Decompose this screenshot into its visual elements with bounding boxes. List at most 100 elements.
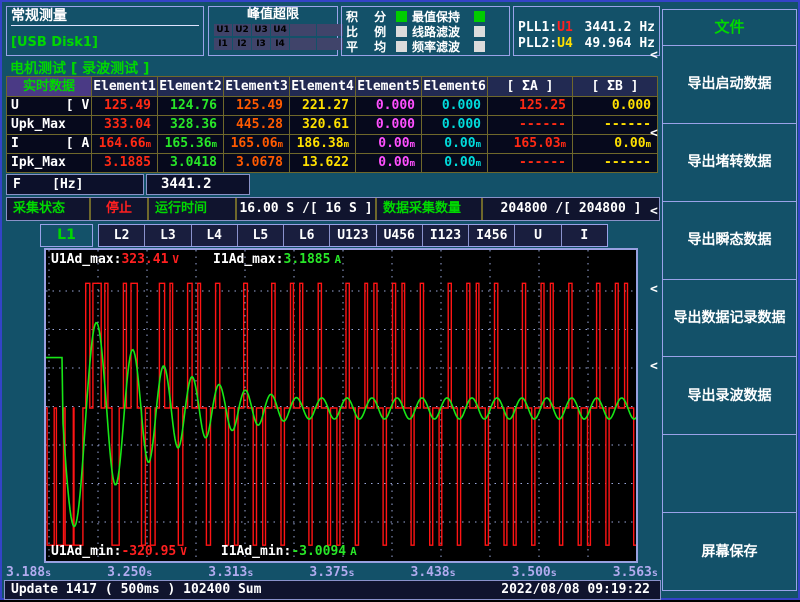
milli-suffix: m — [476, 140, 481, 150]
tab-l4[interactable]: L4 — [192, 225, 238, 246]
status-bar: Update 1417 ( 500ms ) 102400 Sum 2022/08… — [4, 580, 661, 600]
peak-row: U1U2U3U4 — [214, 24, 332, 36]
seconds-suffix: s — [349, 568, 355, 579]
milli-suffix: m — [561, 140, 566, 150]
seconds-suffix: s — [45, 568, 51, 579]
checkbox-icon[interactable] — [396, 26, 407, 37]
wave-min-group: I1Ad_min:-3.0094A — [221, 544, 357, 559]
value-cell: 320.61 — [290, 116, 355, 134]
value-cell: 0.000 — [422, 116, 487, 134]
x-tick: 3.313s — [208, 565, 253, 580]
value-cell: 0.00m — [356, 135, 421, 153]
tab-l2[interactable]: L2 — [99, 225, 145, 246]
update-rate-text: Update 1417 ( 500ms ) 102400 Sum — [5, 582, 261, 597]
value-cell: 0.00m — [422, 154, 487, 172]
checkbox-icon[interactable] — [474, 26, 485, 37]
checkbox-icon[interactable] — [396, 11, 407, 22]
collapse-left-icon: < — [650, 47, 658, 65]
softkey-sidebar: 文件 导出启动数据<导出堵转数据<导出瞬态数据<导出数据记录数据<导出录波数据<… — [662, 2, 799, 602]
sidebar-button-导出瞬态数据[interactable]: 导出瞬态数据< — [662, 201, 797, 280]
value-cell: ------ — [488, 154, 572, 172]
tab-u456[interactable]: U456 — [377, 225, 423, 246]
realtime-measurement-table: 实时数据Element1Element2Element3Element4Elem… — [6, 76, 658, 173]
checkbox-icon[interactable] — [474, 11, 485, 22]
checkbox-icon[interactable] — [396, 41, 407, 52]
collapse-left-icon: < — [650, 358, 658, 376]
milli-suffix: m — [410, 159, 415, 169]
peak-cell: U1 — [214, 24, 232, 36]
value-cell: 165.06m — [224, 135, 289, 153]
column-header: [ ΣA ] — [488, 77, 572, 96]
pll-value: 3441.2 Hz — [585, 20, 655, 36]
pll-label: PLL2: — [518, 36, 557, 52]
tab-u123[interactable]: U123 — [330, 225, 376, 246]
seconds-suffix: s — [652, 568, 658, 579]
milli-suffix: m — [212, 140, 217, 150]
value-cell: 0.00m — [573, 135, 657, 153]
value-cell: 445.28 — [224, 116, 289, 134]
value-cell: 0.00m — [356, 154, 421, 172]
x-tick: 3.563s — [613, 565, 658, 580]
column-header: Element3 — [224, 77, 289, 96]
acq-status-value: 停止 — [91, 198, 149, 220]
column-header: Element4 — [290, 77, 355, 96]
tab-u[interactable]: U — [515, 225, 561, 246]
sidebar-button-导出启动数据[interactable]: 导出启动数据< — [662, 45, 797, 124]
title-underline — [11, 25, 199, 26]
value-cell: 0.00m — [422, 135, 487, 153]
tab-l5[interactable]: L5 — [238, 225, 284, 246]
tab-l3[interactable]: L3 — [145, 225, 191, 246]
value-cell: 13.622 — [290, 154, 355, 172]
column-header: Element2 — [158, 77, 223, 96]
row-label: U [ V ] — [7, 97, 91, 115]
acq-status-label: 采集状态 — [7, 198, 91, 220]
column-header: Element5 — [356, 77, 421, 96]
pll-source: U1 — [557, 20, 573, 36]
toggle-row: 比 例线路滤波 — [346, 24, 505, 39]
sidebar-button-导出录波数据[interactable]: 导出录波数据< — [662, 356, 797, 435]
value-cell: ------ — [573, 154, 657, 172]
runtime-label: 运行时间 — [149, 198, 237, 220]
sidebar-button-屏幕保存[interactable]: 屏幕保存 — [662, 512, 797, 591]
sidebar-button-导出堵转数据[interactable]: 导出堵转数据< — [662, 123, 797, 202]
tab-i123[interactable]: I123 — [423, 225, 469, 246]
wave-label-value: -320.95 — [121, 544, 176, 559]
wave-label-name: U1Ad_max: — [51, 252, 121, 267]
peak-cell — [290, 38, 316, 50]
x-tick: 3.188s — [6, 565, 51, 580]
value-cell: 3.0418 — [158, 154, 223, 172]
value-cell: 0.000 — [422, 97, 487, 115]
seconds-suffix: s — [450, 568, 456, 579]
wave-label-unit: A — [334, 253, 341, 266]
wave-label-value: 3.1885 — [284, 252, 331, 267]
pll-value: 49.964 Hz — [585, 36, 655, 52]
toggle-right-label: 频率滤波 — [412, 38, 470, 55]
tab-i456[interactable]: I456 — [469, 225, 515, 246]
sidebar-button[interactable] — [662, 434, 797, 513]
channel-tab-strip: L2L3L4L5L6U123U456I123I456UI — [98, 224, 608, 247]
milli-suffix: m — [278, 140, 283, 150]
wave-label-unit: A — [350, 545, 357, 558]
column-header: Element1 — [92, 77, 157, 96]
toggle-row: 积 分最值保持 — [346, 9, 505, 24]
checkbox-icon[interactable] — [474, 41, 485, 52]
collapse-left-icon: < — [650, 203, 658, 221]
value-cell: 3.0678 — [224, 154, 289, 172]
value-cell: 328.36 — [158, 116, 223, 134]
peak-cell: U2 — [233, 24, 251, 36]
pll-panel: PLL1:U13441.2 HzPLL2:U449.964 Hz — [513, 6, 660, 56]
peak-cell: U4 — [271, 24, 289, 36]
peak-cell: I2 — [233, 38, 251, 50]
tab-i[interactable]: I — [562, 225, 607, 246]
tab-l6[interactable]: L6 — [284, 225, 330, 246]
collapse-left-icon: < — [650, 125, 658, 143]
row-label: Upk_Max — [7, 116, 91, 134]
tab-l1-selected[interactable]: L1 — [40, 224, 93, 247]
seconds-suffix: s — [551, 568, 557, 579]
value-cell: 186.38m — [290, 135, 355, 153]
pll-row: PLL2:U449.964 Hz — [518, 36, 655, 52]
sidebar-button-导出数据记录数据[interactable]: 导出数据记录数据< — [662, 279, 797, 358]
value-cell: 0.000 — [356, 97, 421, 115]
peak-cell: I4 — [271, 38, 289, 50]
wave-max-group: U1Ad_max:323.41V — [51, 252, 179, 267]
